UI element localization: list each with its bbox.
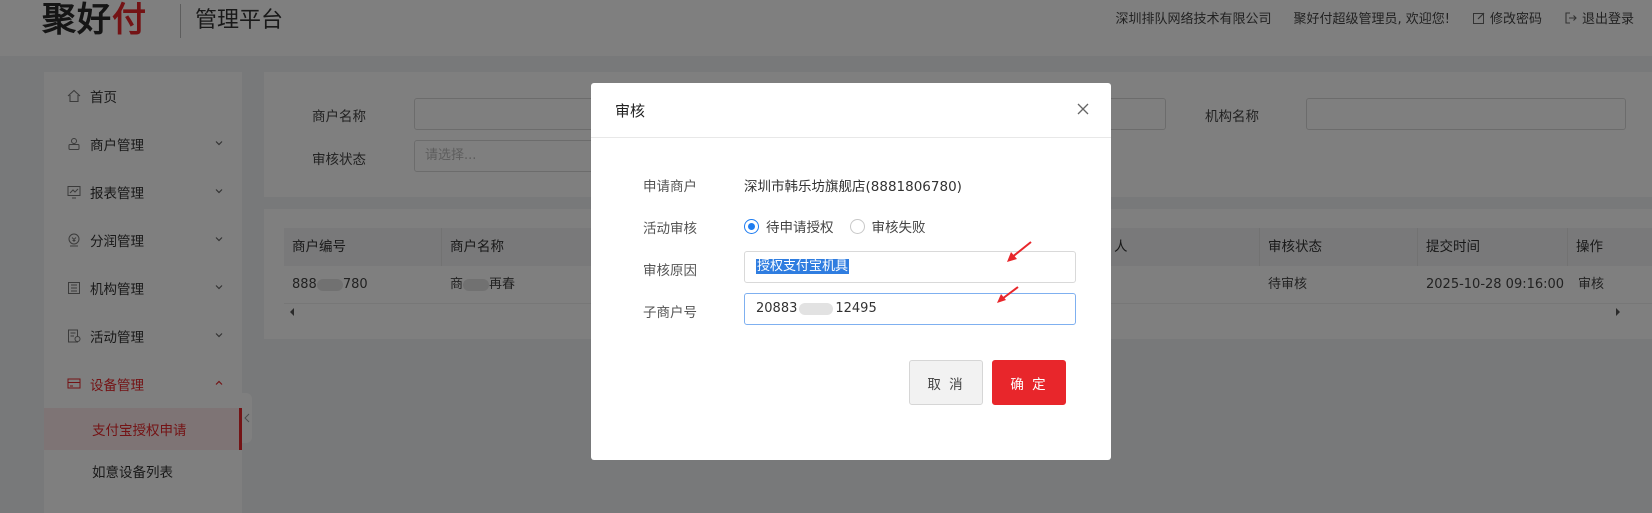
radio-audit-failed[interactable]: 审核失败 xyxy=(849,216,926,236)
annotation-arrow-icon xyxy=(1007,241,1032,262)
applicant-label: 申请商户 xyxy=(643,179,697,195)
activity-audit-radio-group: 待申请授权 审核失败 xyxy=(744,216,926,236)
radio-label: 审核失败 xyxy=(871,220,926,236)
confirm-button[interactable]: 确 定 xyxy=(992,360,1066,405)
radio-unchecked-icon xyxy=(849,218,865,234)
radio-checked-icon xyxy=(744,218,759,234)
radio-label: 待申请授权 xyxy=(766,220,834,236)
dialog-header: 审核 xyxy=(591,83,1111,138)
selected-reason-text: 授权支付宝机具 xyxy=(756,259,850,274)
reason-label: 审核原因 xyxy=(643,263,697,279)
sub-merchant-prefix: 20883 xyxy=(756,301,798,316)
annotation-arrow-icon xyxy=(997,286,1019,303)
close-icon[interactable] xyxy=(1075,101,1091,117)
cancel-button[interactable]: 取 消 xyxy=(909,360,983,405)
dialog-title: 审核 xyxy=(615,102,646,120)
radio-pending-auth[interactable]: 待申请授权 xyxy=(744,216,834,236)
sub-merchant-input[interactable]: 20883 12495 xyxy=(744,293,1076,325)
activity-audit-label: 活动审核 xyxy=(643,221,697,237)
applicant-value: 深圳市韩乐坊旗舰店(8881806780) xyxy=(744,179,962,195)
redaction-blur xyxy=(799,302,834,315)
audit-dialog: 审核 申请商户 深圳市韩乐坊旗舰店(8881806780) 活动审核 待申请授权… xyxy=(591,83,1111,460)
sub-merchant-label: 子商户号 xyxy=(643,305,697,321)
sub-merchant-suffix: 12495 xyxy=(835,301,877,316)
